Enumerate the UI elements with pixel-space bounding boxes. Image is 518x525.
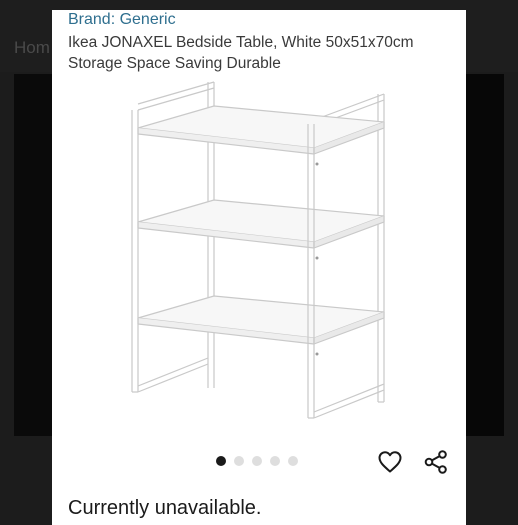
- bedside-table-illustration: [131, 81, 385, 419]
- gallery-pagination: [216, 456, 298, 466]
- gallery-dot[interactable]: [234, 456, 244, 466]
- gallery-dot[interactable]: [288, 456, 298, 466]
- favorite-button[interactable]: [376, 449, 404, 475]
- product-card: Brand: Generic Ikea JONAXEL Bedside Tabl…: [52, 10, 466, 525]
- product-image[interactable]: [52, 72, 466, 452]
- gallery-dot[interactable]: [252, 456, 262, 466]
- share-icon: [424, 450, 447, 474]
- background-breadcrumb: Hom: [14, 38, 50, 57]
- brand-link[interactable]: Brand: Generic: [68, 11, 176, 29]
- heart-icon: [378, 451, 402, 473]
- availability-status: Currently unavailable.: [68, 497, 262, 519]
- product-title: Ikea JONAXEL Bedside Table, White 50x51x…: [68, 34, 414, 72]
- gallery-dot[interactable]: [270, 456, 280, 466]
- gallery-dot[interactable]: [216, 456, 226, 466]
- background-panel-edge: [14, 74, 54, 436]
- share-button[interactable]: [422, 449, 450, 475]
